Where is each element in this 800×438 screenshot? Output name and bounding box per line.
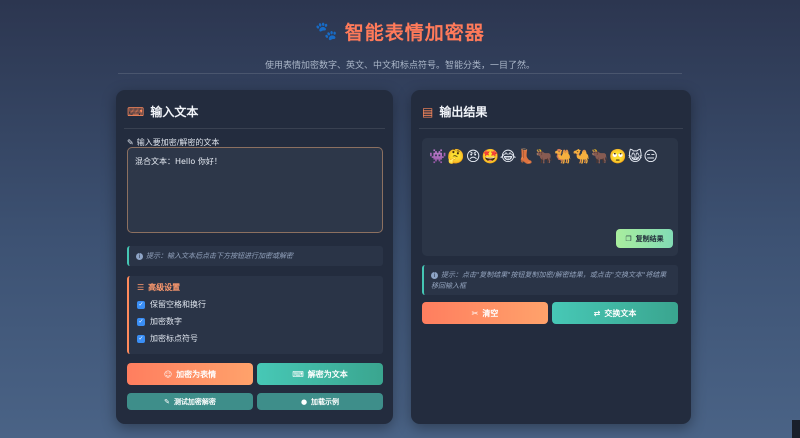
lightbulb-icon: ● [300, 397, 308, 406]
keyboard-icon: ⌨ [292, 369, 304, 379]
checkbox-keep-whitespace[interactable]: ✓ [137, 300, 145, 309]
output-panel-divider [419, 128, 683, 129]
clear-button[interactable]: ✂ 清空 [422, 302, 548, 324]
page-title-text: 智能表情加密器 [344, 22, 485, 44]
page-subtitle: 使用表情加密数字、英文、中文和标点符号。智能分类，一目了然。 [264, 61, 535, 71]
output-panel-header: ▤ 输出结果 [422, 103, 487, 120]
test-button[interactable]: ✎ 测试加密解密 [127, 393, 253, 410]
option-keep-whitespace[interactable]: ✓ 保留空格和换行 [137, 299, 375, 310]
option-encrypt-punctuation[interactable]: ✓ 加密标点符号 [137, 333, 375, 344]
decrypt-button[interactable]: ⌨ 解密为文本 [257, 363, 383, 385]
output-panel: ▤ 输出结果 👾🤔😠🤩😂👢🐂🐫🐪🐂🙄😸😑 ❐ 复制结果 i 提示：点击"复制结果"… [411, 90, 691, 424]
advanced-settings-title-text: 高级设置 [148, 283, 181, 292]
option-encrypt-numbers[interactable]: ✓ 加密数字 [137, 316, 375, 327]
option-encrypt-numbers-label: 加密数字 [150, 317, 182, 326]
input-panel-title: 输入文本 [150, 105, 199, 119]
info-icon: i [431, 271, 438, 279]
input-panel: ⌨ 输入文本 ✎ 输入要加密/解密的文本 i提示：输入文本后点击下方按钮进行加密… [116, 90, 393, 424]
swap-icon: ⇄ [593, 308, 601, 318]
output-hint: i 提示：点击"复制结果"按钮复制加密/解密结果，或点击"交换文本"将结果移回输入… [422, 265, 678, 295]
page-title: 🐾 智能表情加密器 [315, 18, 484, 45]
scrollbar-corner[interactable] [792, 420, 800, 438]
copy-result-button-label: 复制结果 [635, 234, 664, 243]
output-text: 👾🤔😠🤩😂👢🐂🐫🐪🐂🙄😸😑 [429, 149, 660, 165]
copy-result-button[interactable]: ❐ 复制结果 [616, 229, 673, 248]
sliders-icon: ☰ [137, 283, 145, 292]
encrypt-button[interactable]: ☺ 加密为表情 [127, 363, 253, 385]
pencil-icon: ✎ [127, 138, 134, 147]
file-icon: ▤ [422, 104, 434, 119]
paw-icon: 🐾 [315, 21, 339, 42]
clear-button-label: 清空 [482, 308, 499, 318]
input-hint-text: 提示：输入文本后点击下方按钮进行加密或解密 [146, 252, 293, 260]
option-keep-whitespace-label: 保留空格和换行 [150, 300, 206, 309]
page-header: 🐾 智能表情加密器 使用表情加密数字、英文、中文和标点符号。智能分类，一目了然。 [0, 18, 800, 71]
swap-text-button[interactable]: ⇄ 交换文本 [552, 302, 678, 324]
load-example-button-label: 加载示例 [311, 397, 340, 406]
checkbox-encrypt-numbers[interactable]: ✓ [137, 317, 145, 326]
input-textarea[interactable] [127, 147, 383, 233]
advanced-settings-title: ☰ 高级设置 [137, 282, 375, 293]
input-panel-divider [124, 128, 385, 129]
output-panel-title: 输出结果 [439, 105, 488, 119]
advanced-settings: ☰ 高级设置 ✓ 保留空格和换行 ✓ 加密数字 ✓ 加密标点符号 [127, 276, 383, 354]
keyboard-icon: ⌨ [127, 104, 145, 119]
header-divider [118, 73, 682, 74]
input-hint: i 提示：输入文本后点击下方按钮进行加密或解密 [127, 246, 383, 266]
checkbox-encrypt-punctuation[interactable]: ✓ [137, 334, 145, 343]
input-panel-header: ⌨ 输入文本 [127, 103, 198, 120]
copy-icon: ❐ [625, 234, 632, 243]
wand-icon: ✎ [164, 397, 170, 406]
load-example-button[interactable]: ● 加载示例 [257, 393, 383, 410]
decrypt-button-label: 解密为文本 [307, 369, 348, 379]
smile-icon: ☺ [163, 369, 173, 379]
output-hint-text: 提示：点击"复制结果"按钮复制加密/解密结果，或点击"交换文本"将结果移回输入框 [431, 271, 667, 291]
swap-text-button-label: 交换文本 [604, 308, 637, 318]
info-icon: i [136, 252, 143, 260]
test-button-label: 测试加密解密 [173, 397, 216, 406]
broom-icon: ✂ [471, 308, 479, 318]
option-encrypt-punctuation-label: 加密标点符号 [150, 334, 198, 343]
encrypt-button-label: 加密为表情 [176, 369, 217, 379]
